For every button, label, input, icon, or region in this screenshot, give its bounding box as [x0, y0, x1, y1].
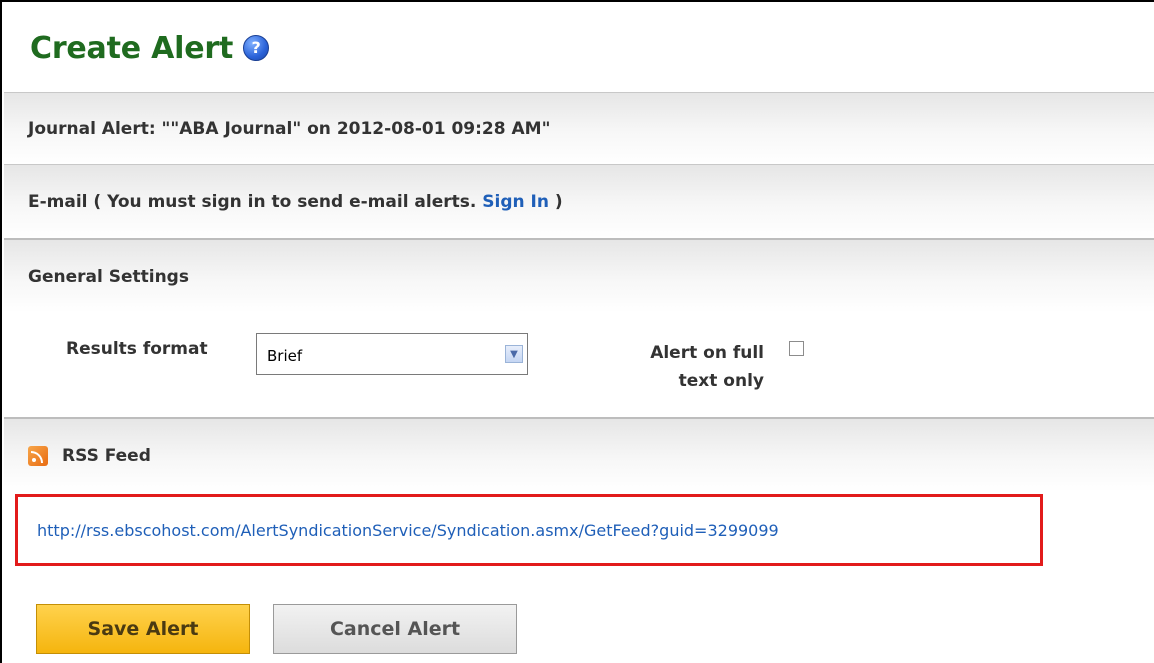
full-text-label-line1: Alert on full — [650, 343, 764, 363]
general-settings-section: General Settings — [4, 238, 1154, 313]
email-section: E-mail ( You must sign in to send e-mail… — [4, 164, 1154, 238]
rss-feed-url-link[interactable]: http://rss.ebscohost.com/AlertSyndicatio… — [37, 521, 779, 540]
general-settings-heading: General Settings — [28, 266, 189, 287]
results-format-value: Brief — [267, 347, 303, 365]
save-alert-button[interactable]: Save Alert — [36, 604, 250, 654]
full-text-only-checkbox[interactable] — [789, 341, 804, 356]
full-text-only-label: Alert on full text only — [614, 339, 764, 395]
rss-feed-heading: RSS Feed — [62, 445, 151, 466]
rss-icon — [28, 445, 48, 466]
full-text-label-line2: text only — [678, 371, 764, 391]
general-settings-body: Results format Brief ▼ Alert on full tex… — [4, 313, 1154, 417]
email-notice-text: E-mail ( You must sign in to send e-mail… — [28, 191, 477, 212]
rss-feed-section: RSS Feed — [4, 417, 1154, 492]
journal-alert-label: Journal Alert: ""ABA Journal" on 2012-08… — [28, 118, 551, 139]
sign-in-link[interactable]: Sign In — [482, 192, 549, 212]
help-icon[interactable]: ? — [243, 35, 270, 61]
rss-feed-url-box: http://rss.ebscohost.com/AlertSyndicatio… — [15, 494, 1043, 566]
page-title: Create Alert — [30, 30, 234, 66]
email-notice: E-mail ( You must sign in to send e-mail… — [28, 192, 563, 212]
create-alert-panel: Create Alert ? Journal Alert: ""ABA Jour… — [0, 0, 1154, 663]
journal-alert-section: Journal Alert: ""ABA Journal" on 2012-08… — [4, 92, 1154, 164]
cancel-alert-button[interactable]: Cancel Alert — [273, 604, 517, 654]
email-notice-suffix: ) — [554, 191, 563, 212]
results-format-label: Results format — [66, 339, 208, 359]
chevron-down-icon[interactable]: ▼ — [505, 345, 523, 363]
title-row: Create Alert ? — [4, 4, 1154, 92]
results-format-select[interactable]: Brief ▼ — [256, 333, 528, 375]
